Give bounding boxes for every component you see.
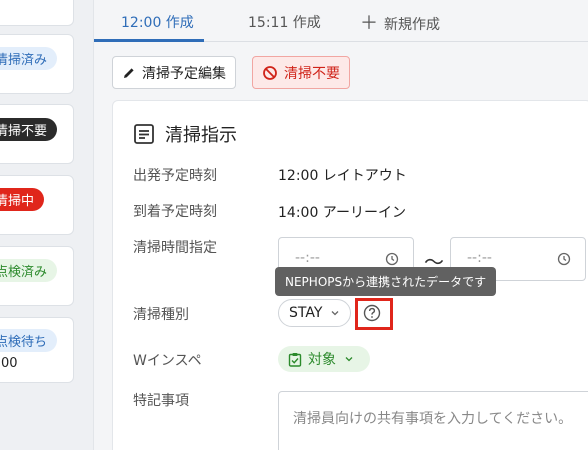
chevron-down-icon	[345, 357, 353, 362]
status-badge: 点検済み	[0, 259, 58, 282]
time-to-placeholder: --:--	[467, 250, 492, 266]
cleaning-time-label: 清掃時間指定	[133, 240, 217, 256]
tab-new[interactable]: ＋ 新規作成	[360, 9, 440, 35]
tab-bar: 12:00 作成 15:11 作成 ＋ 新規作成	[94, 0, 588, 42]
room-card[interactable]: 点検済み	[0, 246, 74, 306]
card-subtext: 00	[1, 356, 18, 371]
clipboard-check-icon	[288, 352, 302, 367]
cleaning-type-value: STAY	[289, 305, 323, 321]
room-card[interactable]	[0, 0, 74, 26]
document-icon	[134, 124, 154, 144]
status-badge: 清掃済み	[0, 47, 58, 70]
no-cleaning-button[interactable]: 清掃不要	[252, 56, 350, 89]
panel-title-text: 清掃指示	[165, 125, 237, 146]
tab-new-label: 新規作成	[384, 17, 440, 33]
pencil-icon	[124, 67, 134, 78]
cleaning-instruction-panel: 清掃指示 出発予定時刻 12:00 レイトアウト 到着予定時刻 14:00 アー…	[112, 100, 588, 450]
edit-schedule-label: 清掃予定編集	[142, 65, 226, 82]
prohibited-icon	[263, 65, 277, 80]
clock-icon	[385, 252, 399, 266]
tab-1200[interactable]: 12:00 作成	[121, 12, 194, 32]
w-inspection-label: Wインスペ	[133, 353, 202, 369]
w-inspection-select[interactable]: 対象	[278, 346, 370, 372]
help-icon[interactable]	[362, 303, 382, 323]
room-card[interactable]: 清掃済み	[0, 34, 74, 94]
room-card[interactable]: 点検待ち 00	[0, 317, 74, 383]
room-list-sidebar: 清掃済み 清掃不要 清掃中 点検済み 点検待ち 00	[0, 0, 93, 450]
cleaning-type-select[interactable]: STAY	[278, 299, 352, 327]
plus-icon: ＋	[360, 13, 378, 34]
status-badge: 清掃不要	[0, 118, 58, 141]
main-panel: 12:00 作成 15:11 作成 ＋ 新規作成 清掃予定編集 清掃不要 清掃指示	[93, 0, 588, 450]
panel-title: 清掃指示	[133, 121, 237, 147]
notes-placeholder: 清掃員向けの共有事項を入力してください。	[293, 411, 573, 427]
departure-label: 出発予定時刻	[133, 168, 217, 184]
arrival-value: 14:00 アーリーイン	[278, 205, 406, 221]
room-card[interactable]: 清掃中	[0, 175, 74, 235]
room-card[interactable]: 清掃不要	[0, 104, 74, 164]
departure-value: 12:00 レイトアウト	[278, 168, 407, 184]
no-cleaning-label: 清掃不要	[284, 65, 340, 82]
tab-1511[interactable]: 15:11 作成	[248, 12, 321, 32]
active-tab-indicator	[94, 39, 204, 42]
cleaning-type-label: 清掃種別	[133, 307, 189, 323]
chevron-down-icon	[331, 311, 339, 316]
data-source-tooltip: NEPHOPSから連携されたデータです	[275, 267, 497, 296]
edit-schedule-button[interactable]: 清掃予定編集	[112, 56, 236, 89]
arrival-label: 到着予定時刻	[133, 204, 217, 220]
time-from-placeholder: --:--	[295, 250, 320, 266]
status-badge: 清掃中	[0, 188, 45, 211]
notes-textarea[interactable]: 清掃員向けの共有事項を入力してください。	[278, 391, 588, 450]
w-inspection-value: 対象	[308, 352, 336, 368]
notes-label: 特記事項	[133, 393, 189, 409]
status-badge: 点検待ち	[0, 329, 58, 352]
clock-icon	[557, 252, 571, 266]
